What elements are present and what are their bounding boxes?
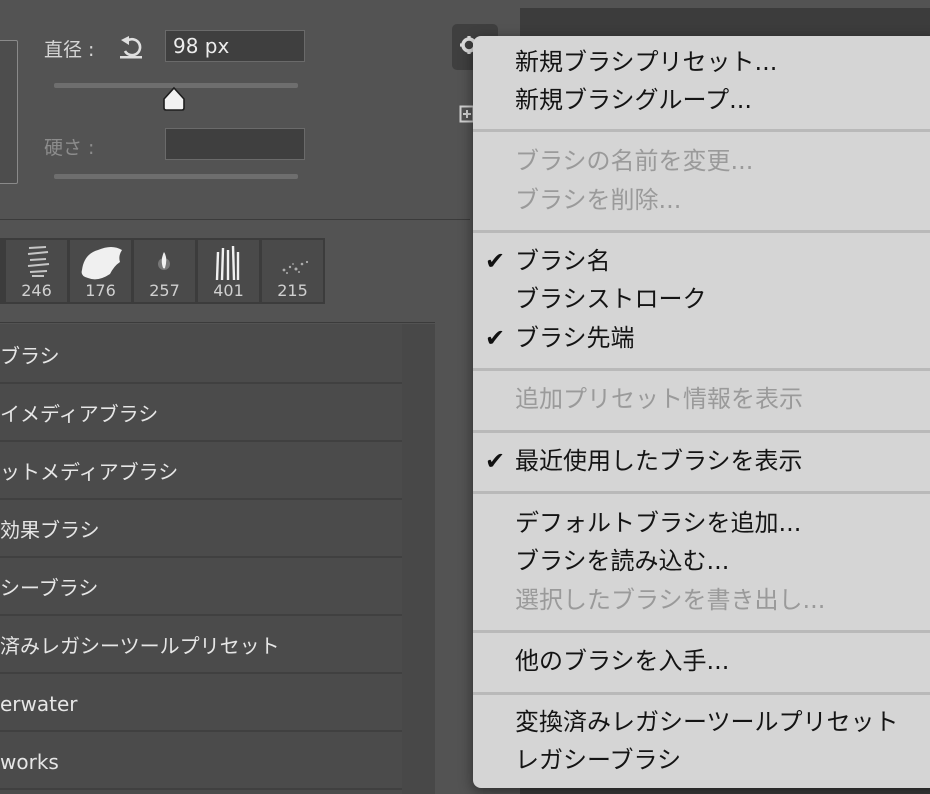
menu-item-new-brush-group[interactable]: 新規ブラシグループ... [515,82,752,118]
tile-number: 257 [149,281,180,300]
menu-item-new-brush-preset[interactable]: 新規ブラシプリセット... [515,44,777,80]
brush-group-list: ブラシ イメディアブラシ ットメディアブラシ 効果ブラシ シーブラシ 済みレガシ… [0,324,435,794]
check-mark: ✔ [485,324,506,352]
recent-brush-tile[interactable]: 257 [134,240,195,302]
menu-item-brush-tip[interactable]: ✔ ブラシ先端 [485,320,635,356]
brush-panel-menu: 新規ブラシプリセット... 新規ブラシグループ... ブラシの名前を変更... … [473,36,930,788]
brush-stroke-icon [158,252,170,270]
hardness-label: 硬さ : [44,137,95,159]
reset-icon[interactable] [117,32,147,62]
menu-item-brush-stroke[interactable]: ブラシストローク [515,281,707,317]
brush-group-list-main: ブラシ イメディアブラシ ットメディアブラシ 効果ブラシ シーブラシ 済みレガシ… [0,324,402,794]
list-scrollbar[interactable] [402,324,435,794]
menu-item-legacy-brushes[interactable]: レガシーブラシ [515,742,681,778]
diameter-input[interactable]: 98 px [165,30,305,62]
menu-separator [473,491,930,494]
brush-preview [0,40,18,184]
top-strip [520,0,930,8]
list-item[interactable]: イメディアブラシ [0,386,402,442]
menu-separator [473,630,930,633]
menu-separator [473,430,930,433]
tile-number: 401 [213,281,244,300]
menu-item-brush-name[interactable]: ✔ ブラシ名 [485,243,611,279]
list-item[interactable]: erwater [0,676,402,732]
menu-item-export-selected[interactable]: 選択したブラシを書き出し... [515,582,825,618]
menu-item-get-more-brushes[interactable]: 他のブラシを入手... [515,643,729,679]
check-mark: ✔ [485,447,506,475]
menu-item-add-default-brushes[interactable]: デフォルトブラシを追加... [515,505,801,541]
brush-settings-panel: 直径 : 98 px 硬さ : 246 176 257 401 215 ブラシ … [0,0,520,794]
brush-stroke-icon [81,247,122,280]
list-item[interactable]: シーブラシ [0,560,402,616]
menu-separator [473,230,930,233]
list-item[interactable]: ブラシ [0,328,402,384]
menu-item-delete-brush[interactable]: ブラシを削除... [515,182,681,218]
recent-brush-tile[interactable]: 246 [6,240,67,302]
list-item[interactable]: 効果ブラシ [0,502,402,558]
diameter-slider-thumb[interactable] [161,86,187,112]
panel-divider [0,219,470,220]
recent-brushes-strip: 246 176 257 401 215 [0,238,325,304]
list-item[interactable]: works [0,734,402,790]
check-mark: ✔ [485,247,506,275]
recent-brush-tile[interactable]: 215 [262,240,323,302]
menu-item-import-brushes[interactable]: ブラシを読み込む... [515,543,729,579]
brush-stroke-icon [282,260,309,274]
diameter-label: 直径 : [44,39,95,61]
menu-separator [473,368,930,371]
tile-number: 246 [21,281,52,300]
hardness-slider-track[interactable] [54,174,298,179]
menu-separator [473,129,930,132]
list-item[interactable]: 済みレガシーツールプリセット [0,618,402,674]
brush-stroke-icon [27,246,50,277]
tile-number: 176 [85,281,116,300]
list-item[interactable]: ットメディアブラシ [0,444,402,500]
list-divider [0,322,435,323]
menu-item-rename-brush[interactable]: ブラシの名前を変更... [515,143,753,179]
tile-number: 215 [277,281,308,300]
menu-separator [473,692,930,695]
recent-brush-tile[interactable]: 176 [70,240,131,302]
menu-item-show-preset-info[interactable]: 追加プリセット情報を表示 [515,381,803,417]
menu-item-show-recent-brushes[interactable]: ✔ 最近使用したブラシを表示 [485,443,803,479]
brush-stroke-icon [215,245,240,281]
menu-item-converted-legacy-presets[interactable]: 変換済みレガシーツールプリセット [515,704,899,740]
recent-brush-tile[interactable]: 401 [198,240,259,302]
hardness-input[interactable] [165,128,305,160]
